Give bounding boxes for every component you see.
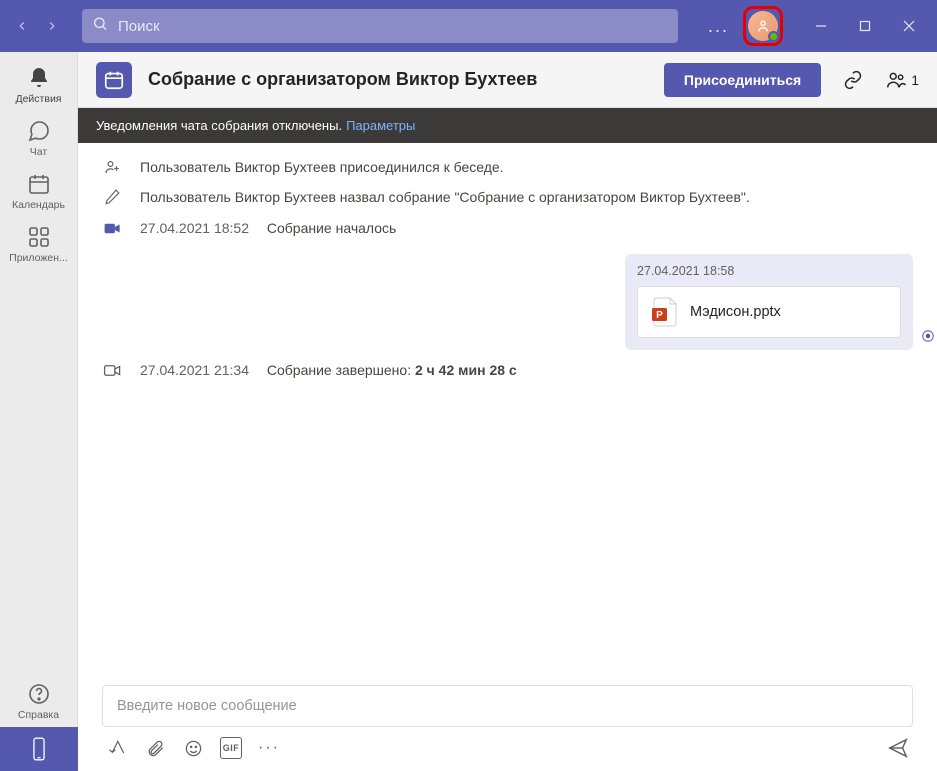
attach-button[interactable] bbox=[144, 737, 166, 759]
system-event-text: Пользователь Виктор Бухтеев назвал собра… bbox=[140, 187, 750, 207]
message-input[interactable] bbox=[102, 685, 913, 727]
format-button[interactable] bbox=[106, 737, 128, 759]
emoji-button[interactable] bbox=[182, 737, 204, 759]
file-attachment[interactable]: P Мэдисон.pptx bbox=[637, 286, 901, 338]
chat-scroll-area[interactable]: Пользователь Виктор Бухтеев присоединилс… bbox=[78, 143, 937, 675]
participants-button[interactable]: 1 bbox=[885, 69, 919, 91]
system-event-rename: Пользователь Виктор Бухтеев назвал собра… bbox=[102, 187, 913, 207]
outgoing-message: 27.04.2021 18:58 P Мэдисон.pptx bbox=[102, 254, 913, 350]
sidebar-item-label: Справка bbox=[18, 709, 59, 721]
read-receipt-icon bbox=[921, 329, 935, 348]
profile-avatar-highlighted[interactable] bbox=[743, 6, 783, 46]
system-event-join: Пользователь Виктор Бухтеев присоединилс… bbox=[102, 157, 913, 177]
person-add-icon bbox=[102, 157, 122, 176]
meeting-title: Собрание с организатором Виктор Бухтеев bbox=[148, 69, 648, 90]
join-button[interactable]: Присоединиться bbox=[664, 63, 821, 97]
system-event-meeting-start: 27.04.2021 18:52 Собрание началось bbox=[102, 218, 913, 238]
sidebar-item-label: Чат bbox=[30, 146, 47, 158]
copy-link-button[interactable] bbox=[837, 64, 869, 96]
svg-text:P: P bbox=[656, 310, 663, 321]
notification-bar: Уведомления чата собрания отключены. Пар… bbox=[78, 108, 937, 143]
video-icon bbox=[102, 218, 122, 238]
compose-area: GIF ··· bbox=[78, 675, 937, 771]
window-close-button[interactable] bbox=[887, 6, 931, 46]
video-outline-icon bbox=[102, 360, 122, 380]
sidebar-item-activity[interactable]: Действия bbox=[0, 58, 78, 111]
event-text: Собрание началось bbox=[267, 220, 396, 236]
nav-back-button[interactable] bbox=[8, 12, 36, 40]
system-event-text: Пользователь Виктор Бухтеев присоединилс… bbox=[140, 157, 504, 177]
message-timestamp: 27.04.2021 18:58 bbox=[637, 264, 901, 278]
presence-available-icon bbox=[768, 31, 779, 42]
nav-forward-button[interactable] bbox=[38, 12, 66, 40]
sidebar-item-label: Действия bbox=[15, 93, 61, 105]
event-timestamp: 27.04.2021 21:34 bbox=[140, 362, 249, 378]
send-button[interactable] bbox=[887, 737, 909, 759]
notification-text: Уведомления чата собрания отключены. bbox=[96, 118, 342, 133]
sidebar-item-help[interactable]: Справка bbox=[0, 674, 78, 727]
titlebar-more-button[interactable]: ... bbox=[702, 12, 735, 41]
sidebar-item-label: Приложен... bbox=[9, 252, 68, 264]
event-prefix: Собрание завершено: bbox=[267, 362, 415, 378]
window-maximize-button[interactable] bbox=[843, 6, 887, 46]
window-minimize-button[interactable] bbox=[799, 6, 843, 46]
sidebar-item-chat[interactable]: Чат bbox=[0, 111, 78, 164]
sidebar-phone-button[interactable] bbox=[0, 727, 78, 771]
notification-settings-link[interactable]: Параметры bbox=[346, 118, 415, 133]
system-event-meeting-end: 27.04.2021 21:34 Собрание завершено: 2 ч… bbox=[102, 360, 913, 380]
file-name: Мэдисон.pptx bbox=[690, 304, 781, 320]
pencil-icon bbox=[102, 187, 122, 205]
powerpoint-icon: P bbox=[652, 297, 678, 327]
meeting-header: Собрание с организатором Виктор Бухтеев … bbox=[78, 52, 937, 108]
search-input[interactable] bbox=[82, 9, 678, 43]
event-duration: 2 ч 42 мин 28 с bbox=[415, 362, 517, 378]
meeting-icon bbox=[96, 62, 132, 98]
app-sidebar: Действия Чат Календарь Приложен... Справ… bbox=[0, 52, 78, 771]
sidebar-item-calendar[interactable]: Календарь bbox=[0, 164, 78, 217]
event-timestamp: 27.04.2021 18:52 bbox=[140, 220, 249, 236]
sidebar-item-label: Календарь bbox=[12, 199, 65, 211]
gif-button[interactable]: GIF bbox=[220, 737, 242, 759]
sidebar-item-apps[interactable]: Приложен... bbox=[0, 217, 78, 270]
participant-count: 1 bbox=[911, 72, 919, 88]
search-icon bbox=[92, 16, 108, 37]
compose-more-button[interactable]: ··· bbox=[258, 737, 280, 759]
titlebar: ... bbox=[0, 0, 937, 52]
